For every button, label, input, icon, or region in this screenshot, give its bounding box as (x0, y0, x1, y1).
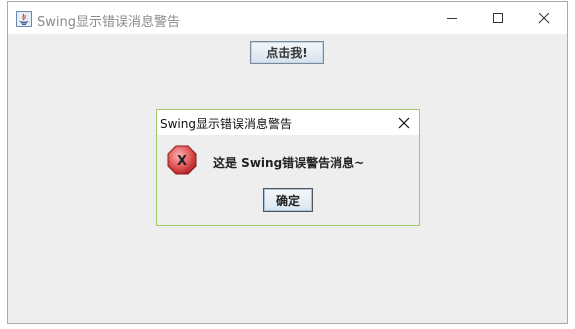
svg-text:X: X (177, 154, 187, 169)
minimize-button[interactable] (429, 2, 475, 34)
close-button[interactable] (521, 2, 567, 34)
close-icon (538, 12, 550, 24)
minimize-icon (447, 18, 457, 19)
dialog-titlebar[interactable]: Swing显示错误消息警告 (157, 110, 419, 135)
dialog-close-button[interactable] (390, 110, 418, 135)
ok-button[interactable]: 确定 (263, 188, 313, 212)
window-content: 点击我! Swing显示错误消息警告 X 这是 Swing错误警告消息~ 确定 (8, 34, 567, 323)
error-icon: X (167, 145, 197, 175)
main-window: Swing显示错误消息警告 点击我! Swing显示错误消息警告 X 这是 Sw… (7, 1, 568, 324)
click-me-button[interactable]: 点击我! (250, 41, 324, 64)
java-app-icon (16, 11, 32, 27)
window-titlebar[interactable]: Swing显示错误消息警告 (8, 2, 567, 34)
maximize-icon (493, 13, 503, 23)
error-dialog: Swing显示错误消息警告 X 这是 Swing错误警告消息~ 确定 (156, 109, 420, 226)
dialog-message: 这是 Swing错误警告消息~ (213, 156, 365, 170)
close-icon (398, 117, 410, 128)
maximize-button[interactable] (475, 2, 521, 34)
window-title: Swing显示错误消息警告 (37, 15, 180, 30)
dialog-title: Swing显示错误消息警告 (160, 117, 292, 131)
